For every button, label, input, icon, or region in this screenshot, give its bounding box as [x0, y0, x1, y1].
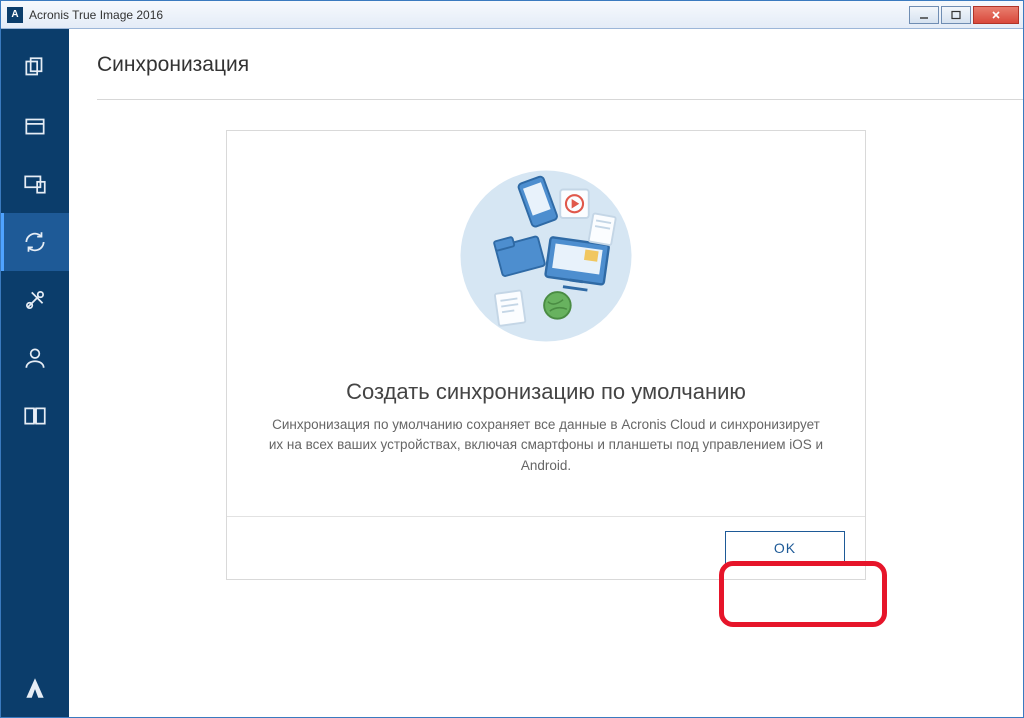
main-content: Синхронизация: [69, 29, 1023, 717]
sidebar-item-clone[interactable]: [1, 155, 69, 213]
sidebar-item-archive[interactable]: [1, 97, 69, 155]
card-footer: OK: [227, 516, 865, 579]
maximize-button[interactable]: [941, 6, 971, 24]
sidebar-item-account[interactable]: [1, 329, 69, 387]
tools-icon: [22, 287, 48, 313]
page-title: Синхронизация: [97, 53, 995, 77]
sidebar-item-tools[interactable]: [1, 271, 69, 329]
titlebar: A Acronis True Image 2016: [1, 1, 1023, 29]
maximize-icon: [951, 10, 961, 20]
book-icon: [22, 403, 48, 429]
app-window: A Acronis True Image 2016: [0, 0, 1024, 718]
app-icon: A: [7, 7, 23, 23]
devices-icon: [22, 171, 48, 197]
sync-icon: [22, 229, 48, 255]
center-area: Создать синхронизацию по умолчанию Синхр…: [97, 130, 995, 693]
close-icon: [991, 10, 1001, 20]
window-controls: [909, 6, 1019, 24]
person-icon: [22, 345, 48, 371]
files-icon: [22, 55, 48, 81]
sync-illustration: [261, 161, 831, 351]
card-description: Синхронизация по умолчанию сохраняет все…: [266, 415, 826, 476]
sidebar-item-dashboard[interactable]: [1, 387, 69, 445]
sidebar-item-sync[interactable]: [1, 213, 69, 271]
title-divider: [97, 81, 1023, 100]
card-body: Создать синхронизацию по умолчанию Синхр…: [227, 131, 865, 516]
ok-button[interactable]: OK: [725, 531, 845, 565]
sidebar-item-backup[interactable]: [1, 39, 69, 97]
card-heading: Создать синхронизацию по умолчанию: [261, 379, 831, 405]
window-title: Acronis True Image 2016: [29, 8, 909, 22]
acronis-logo-icon: [22, 675, 48, 701]
archive-icon: [22, 113, 48, 139]
body: Синхронизация: [1, 29, 1023, 717]
sync-card: Создать синхронизацию по умолчанию Синхр…: [226, 130, 866, 580]
minimize-button[interactable]: [909, 6, 939, 24]
sidebar-logo: [1, 659, 69, 717]
sidebar: [1, 29, 69, 717]
minimize-icon: [919, 10, 929, 20]
close-button[interactable]: [973, 6, 1019, 24]
